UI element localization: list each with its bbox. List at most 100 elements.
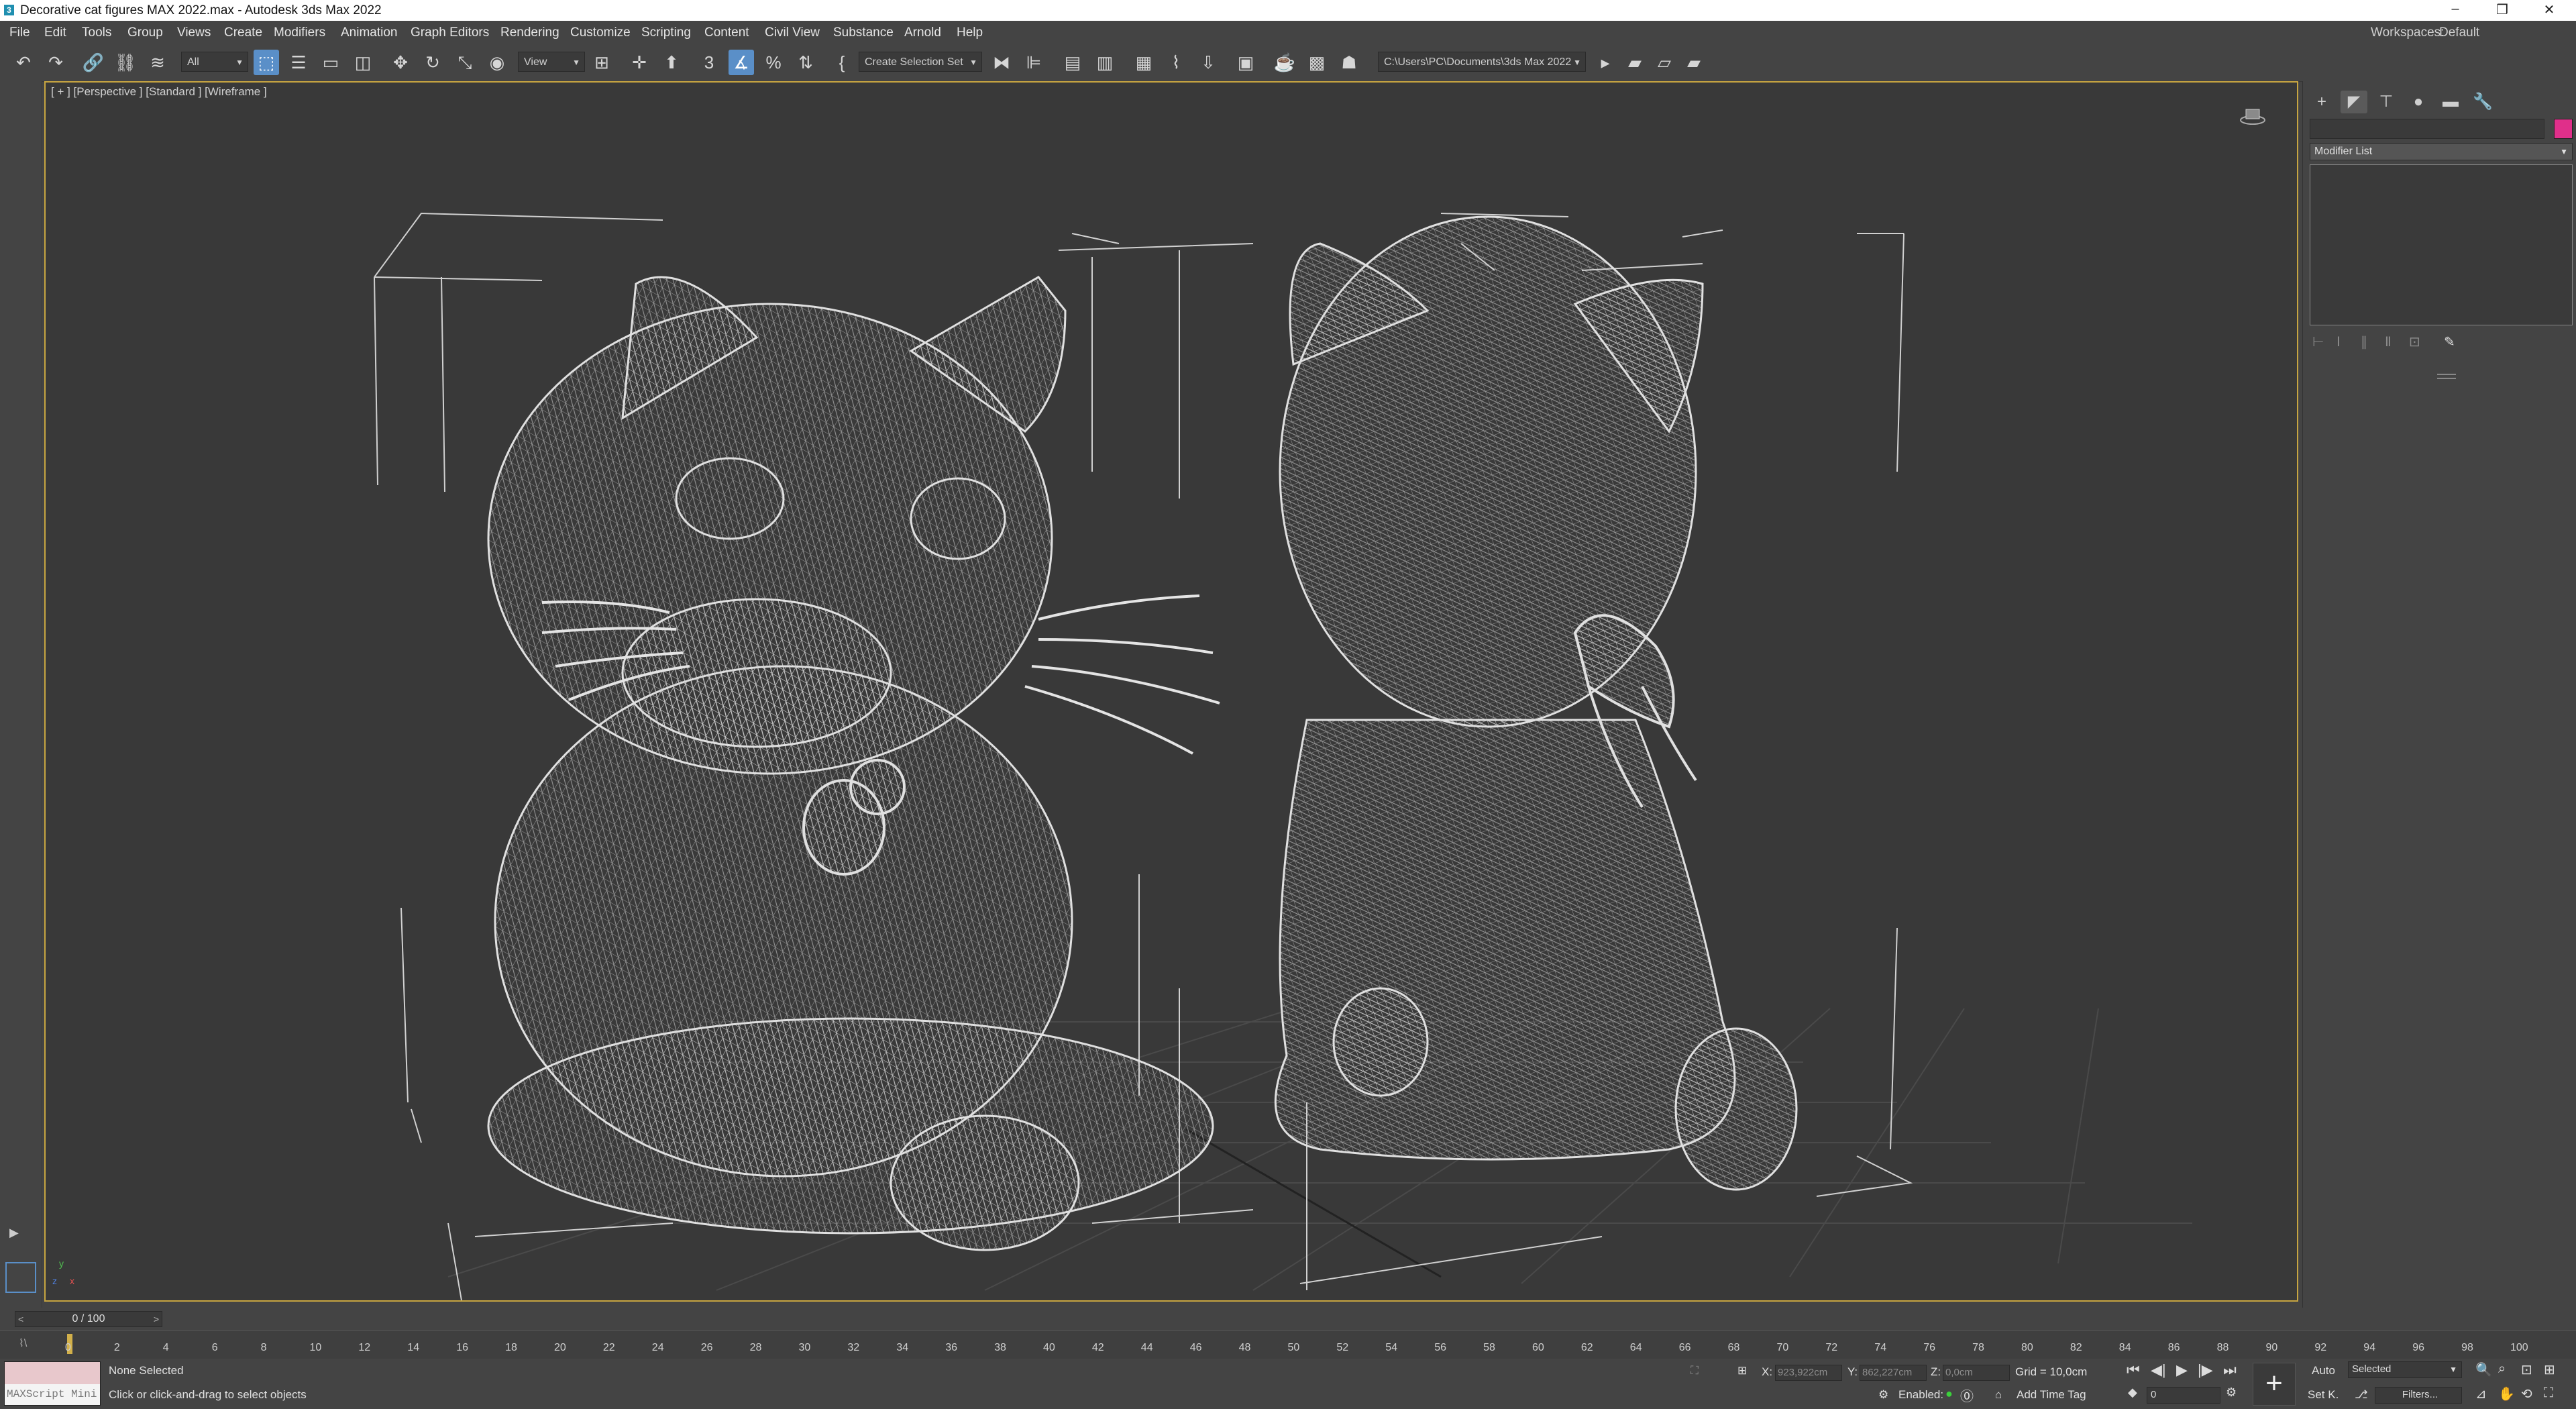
rendered-frame-window-icon[interactable]: ▩ [1304, 50, 1330, 75]
set-key-button[interactable]: + [2253, 1363, 2296, 1406]
orbit-icon[interactable]: ⟲ [2521, 1386, 2532, 1402]
go-to-start-icon[interactable]: ⏮ [2127, 1361, 2140, 1379]
absolute-mode-icon[interactable]: ⊞ [1737, 1364, 1747, 1377]
close-button[interactable]: ✕ [2529, 1, 2569, 19]
modifier-list-dropdown[interactable]: Modifier List ▼ [2310, 143, 2573, 160]
edit-named-selection-icon[interactable]: { [829, 50, 855, 75]
hierarchy-tab-icon[interactable]: ⊤ [2373, 91, 2400, 113]
field-of-view-icon[interactable]: ⊿ [2475, 1386, 2487, 1402]
edit-icon[interactable]: ✎ [2444, 333, 2455, 350]
rotate-icon[interactable]: ↻ [420, 50, 445, 75]
menu-substance[interactable]: Substance [833, 25, 894, 40]
unlink-icon[interactable]: ⛓ [113, 50, 138, 75]
snaps-toggle-icon[interactable]: 3 [696, 50, 722, 75]
angle-snap-icon[interactable]: ∡ [729, 50, 754, 75]
viewport-layout-tab[interactable] [5, 1262, 36, 1293]
z-coordinate-field[interactable]: 0,0cm [1943, 1365, 2010, 1381]
key-filters-icon[interactable]: ⎇ [2355, 1388, 2368, 1402]
pan-icon[interactable]: ✋ [2498, 1386, 2515, 1402]
isolate-icon[interactable]: ⛶ [1690, 1364, 1699, 1377]
display-tab-icon[interactable]: ▬ [2437, 91, 2464, 113]
time-slider[interactable]: < 0 / 100 > [15, 1311, 162, 1327]
select-by-name-icon[interactable]: ☰ [286, 50, 311, 75]
workspaces-dropdown[interactable]: Default [2439, 25, 2479, 40]
select-object-icon[interactable]: ⬚ [254, 50, 279, 75]
motion-tab-icon[interactable]: ● [2405, 91, 2432, 113]
key-filters-button[interactable]: Filters... [2375, 1387, 2462, 1404]
time-tag-toggle-icon[interactable]: ⓪ [1960, 1386, 1974, 1405]
render-setup-icon[interactable]: ☕ [1272, 50, 1297, 75]
zoom-extents-icon[interactable]: ⊡ [2521, 1361, 2532, 1378]
utilities-tab-icon[interactable]: 🔧 [2469, 91, 2496, 113]
current-frame-field[interactable]: 0 [2147, 1387, 2220, 1404]
configure-modifier-sets-icon[interactable]: ⊡ [2409, 333, 2420, 350]
maximize-viewport-icon[interactable]: ⛶ [2544, 1386, 2553, 1401]
perspective-viewport[interactable]: [ + ] [Perspective ] [Standard ] [Wirefr… [44, 81, 2298, 1302]
show-end-result-icon[interactable]: Ⅰ [2337, 333, 2341, 350]
menu-animation[interactable]: Animation [341, 25, 398, 40]
menu-tools[interactable]: Tools [82, 25, 111, 40]
maxscript-listener[interactable]: MAXScript Mini [4, 1361, 101, 1406]
y-coordinate-field[interactable]: 862,227cm [1860, 1365, 1927, 1381]
bind-space-warp-icon[interactable]: ≋ [145, 50, 170, 75]
expand-layouts-icon[interactable]: ▶ [9, 1226, 19, 1240]
menu-content[interactable]: Content [704, 25, 749, 40]
set-project-icon[interactable]: ▰ [1681, 50, 1707, 75]
chevron-left-icon[interactable]: < [18, 1312, 23, 1326]
rectangular-selection-icon[interactable]: ▭ [318, 50, 343, 75]
schematic-view-icon[interactable]: ⇩ [1195, 50, 1221, 75]
toggle-ribbon-icon[interactable]: ▦ [1131, 50, 1157, 75]
project-folder-icon[interactable]: ▰ [1622, 50, 1648, 75]
spinner-snap-icon[interactable]: ⇅ [793, 50, 818, 75]
chevron-right-icon[interactable]: > [154, 1312, 159, 1326]
key-filter-dropdown[interactable]: Selected ▼ [2348, 1361, 2462, 1378]
panel-resize-handle[interactable] [2437, 374, 2456, 379]
track-bar[interactable]: ⌇\ 0 2 4 6 8 10 12 14 16 18 20 22 24 26 28 30 32 34 36 38 40… [0, 1330, 2576, 1359]
set-key-mode-button[interactable]: Set K. [2308, 1388, 2339, 1402]
key-mode-icon[interactable]: ◆ [2128, 1386, 2137, 1400]
undo-icon[interactable]: ↶ [11, 50, 36, 75]
percent-snap-icon[interactable]: % [761, 50, 786, 75]
make-unique-icon[interactable]: ∥ [2361, 333, 2367, 350]
select-manipulate-icon[interactable]: ✛ [627, 50, 652, 75]
next-frame-icon[interactable]: |▶ [2198, 1361, 2213, 1379]
adaptive-degradation-icon[interactable]: ⚙ [1878, 1388, 1888, 1402]
scene-explorer-icon[interactable]: ▤ [1060, 50, 1085, 75]
placement-icon[interactable]: ◉ [484, 50, 510, 75]
play-icon[interactable]: ▶ [2176, 1361, 2188, 1379]
previous-frame-icon[interactable]: ◀| [2151, 1361, 2166, 1379]
menu-rendering[interactable]: Rendering [500, 25, 559, 40]
selection-filter-dropdown[interactable]: All ▼ [181, 52, 248, 72]
auto-key-button[interactable]: Auto [2312, 1364, 2335, 1377]
menu-arnold[interactable]: Arnold [904, 25, 941, 40]
layer-explorer-icon[interactable]: ▥ [1092, 50, 1118, 75]
menu-edit[interactable]: Edit [44, 25, 66, 40]
maxscript-input[interactable]: MAXScript Mini [5, 1384, 100, 1405]
viewcube-icon[interactable] [2239, 108, 2266, 125]
menu-customize[interactable]: Customize [570, 25, 631, 40]
zoom-all-icon[interactable]: ⌕ [2498, 1361, 2506, 1377]
maxscript-output[interactable] [5, 1362, 100, 1384]
restore-button[interactable]: ❐ [2482, 1, 2522, 19]
selection-set-dropdown[interactable]: Create Selection Set ▼ [859, 52, 982, 72]
scale-icon[interactable]: ⤡ [452, 50, 478, 75]
menu-file[interactable]: File [9, 25, 30, 40]
menu-civil-view[interactable]: Civil View [765, 25, 820, 40]
mirror-icon[interactable]: ⧓ [989, 50, 1014, 75]
menu-graph-editors[interactable]: Graph Editors [411, 25, 489, 40]
create-project-icon[interactable]: ▱ [1652, 50, 1677, 75]
object-name-field[interactable] [2310, 119, 2544, 139]
x-coordinate-field[interactable]: 923,922cm [1775, 1365, 1842, 1381]
menu-scripting[interactable]: Scripting [641, 25, 691, 40]
link-icon[interactable]: 🔗 [80, 50, 106, 75]
zoom-extents-all-icon[interactable]: ⊞ [2544, 1361, 2555, 1378]
pivot-point-icon[interactable]: ⊞ [589, 50, 614, 75]
curve-editor-icon[interactable]: ⌇ [1163, 50, 1189, 75]
keyboard-shortcut-override-icon[interactable]: ⬆ [659, 50, 684, 75]
material-editor-icon[interactable]: ▣ [1233, 50, 1258, 75]
menu-help[interactable]: Help [957, 25, 983, 40]
window-crossing-icon[interactable]: ◫ [350, 50, 376, 75]
zoom-icon[interactable]: 🔍 [2475, 1361, 2492, 1378]
menu-group[interactable]: Group [127, 25, 163, 40]
render-production-icon[interactable]: ☗ [1336, 50, 1362, 75]
